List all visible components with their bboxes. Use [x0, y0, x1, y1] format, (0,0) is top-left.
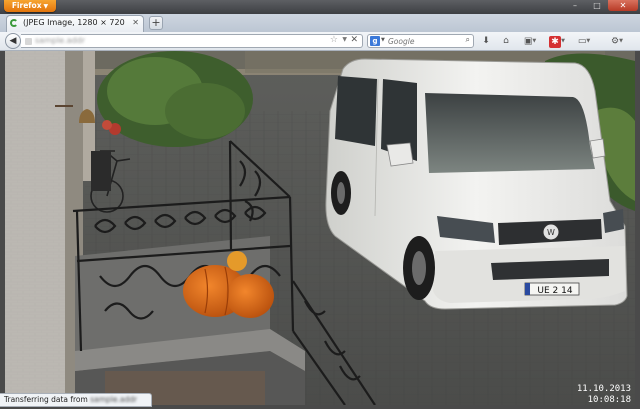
loading-spinner-icon	[10, 19, 18, 27]
tab-strip: (JPEG Image, 1280 × 720 pixels) - Scaled…	[0, 14, 640, 32]
chevron-down-icon: ▼	[43, 3, 49, 10]
firefox-menu-label: Firefox	[11, 1, 42, 10]
search-bar[interactable]: g ▼ ⌕	[367, 34, 474, 48]
title-bar: Firefox ▼ – □ ✕	[0, 0, 640, 14]
search-engine-dropdown-icon[interactable]: ▼	[381, 37, 385, 43]
timestamp-date: 11.10.2013	[577, 384, 631, 394]
site-identity-icon[interactable]	[25, 38, 32, 45]
minimize-button[interactable]: –	[564, 0, 586, 11]
windshield	[425, 93, 595, 173]
navigation-bar: ◀ sample.addr ☆ ▼ ✕ g ▼ ⌕ ⬇ ⌂ ▣▼ ✱▼ ▭▼ ⚙…	[0, 32, 640, 51]
tab-title: (JPEG Image, 1280 × 720 pixels) - Scaled…	[23, 18, 125, 27]
status-host: sample.addr	[90, 395, 138, 404]
license-plate-text: UE 2 14	[537, 286, 572, 296]
window-controls: – □ ✕	[564, 0, 638, 12]
download-icon[interactable]: ⬇	[480, 35, 492, 47]
stop-loading-icon[interactable]: ✕	[350, 35, 358, 45]
search-input[interactable]	[388, 35, 458, 47]
status-text: Transferring data from	[4, 395, 88, 404]
url-bar[interactable]: sample.addr ☆ ▼ ✕	[21, 34, 363, 48]
close-window-button[interactable]: ✕	[608, 0, 638, 11]
firefox-menu-button[interactable]: Firefox ▼	[4, 0, 56, 12]
page-menu-icon[interactable]: ▣▼	[521, 35, 539, 47]
tools-icon[interactable]: ⚙▼	[606, 35, 628, 47]
back-button[interactable]: ◀	[5, 33, 21, 49]
status-tooltip: Transferring data from sample.addr	[0, 393, 152, 407]
new-tab-button[interactable]: +	[149, 16, 163, 30]
addon-icon: ✱	[549, 35, 562, 48]
timestamp-time: 10:08:18	[588, 395, 631, 405]
maximize-button[interactable]: □	[586, 0, 608, 11]
history-dropdown-icon[interactable]: ▼	[342, 36, 347, 43]
search-icon[interactable]: ⌕	[466, 35, 470, 45]
tab-jpeg-image[interactable]: (JPEG Image, 1280 × 720 pixels) - Scaled…	[6, 15, 144, 32]
page-content: W UE 2 14 11.10.2013 10:08:18 Transferri…	[0, 51, 640, 409]
bookmark-star-icon[interactable]: ☆	[330, 35, 338, 45]
svg-text:W: W	[547, 228, 555, 237]
addon-button[interactable]: ✱ ▼	[547, 35, 567, 48]
tab-close-icon[interactable]: ✕	[132, 18, 139, 27]
home-icon[interactable]: ⌂	[500, 35, 512, 47]
keyboard-icon[interactable]: ▭▼	[574, 35, 594, 47]
url-text: sample.addr	[35, 36, 85, 45]
camera-photo[interactable]: W UE 2 14 11.10.2013 10:08:18	[5, 51, 635, 405]
google-icon[interactable]: g	[370, 36, 380, 46]
